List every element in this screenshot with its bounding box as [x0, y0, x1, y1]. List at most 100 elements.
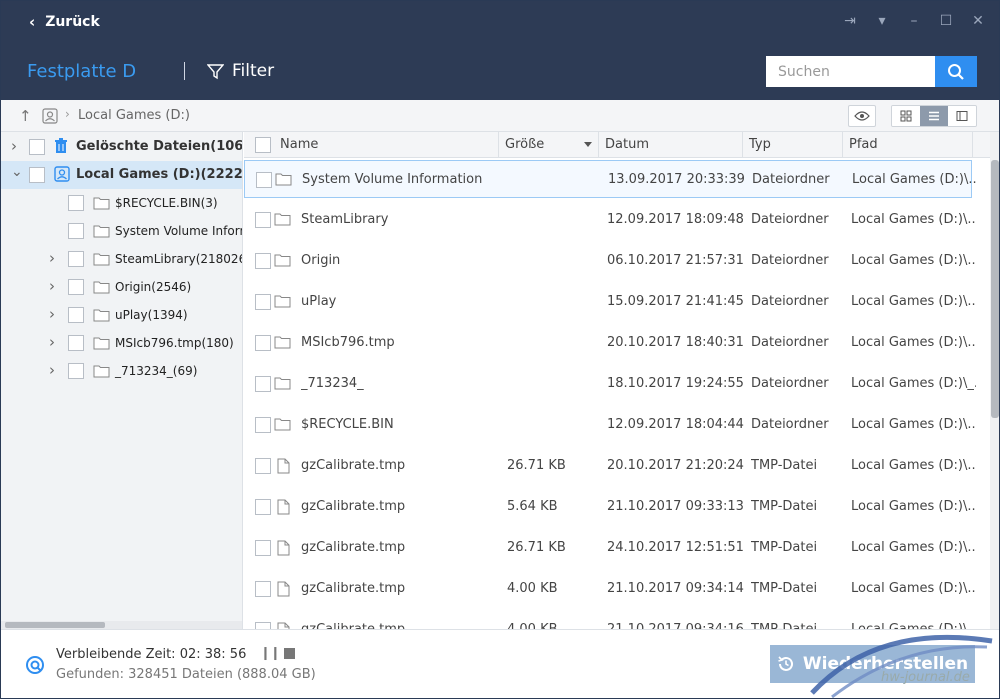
cell-name: Origin: [301, 253, 341, 268]
table-row[interactable]: $RECYCLE.BIN 12.09.2017 18:04:44 Dateiordn…: [244, 406, 976, 444]
chevron-right-icon[interactable]: ›: [49, 277, 55, 295]
up-arrow-icon[interactable]: ↑: [19, 107, 32, 125]
search-input[interactable]: [766, 56, 936, 87]
chevron-right-icon[interactable]: ›: [49, 361, 55, 379]
pause-icon[interactable]: ❙❙: [260, 646, 281, 661]
folder-icon: [93, 252, 110, 270]
chevron-down-icon[interactable]: ⌄: [11, 164, 23, 180]
search-button[interactable]: [935, 56, 977, 87]
tree-item[interactable]: › Origin(2546): [1, 273, 242, 301]
cell-type: TMP-Datei: [751, 540, 818, 555]
scroll-thumb[interactable]: [991, 160, 999, 418]
cell-date: 18.10.2017 19:24:55: [607, 376, 744, 391]
close-icon[interactable]: ✕: [969, 11, 987, 31]
tree-item-checkbox[interactable]: [68, 223, 84, 239]
select-all-checkbox[interactable]: [255, 137, 271, 153]
tree-item-checkbox[interactable]: [68, 363, 84, 379]
cell-type: TMP-Datei: [751, 499, 818, 514]
row-checkbox[interactable]: [255, 253, 271, 269]
column-header-size[interactable]: Größe: [499, 132, 599, 158]
file-icon: [277, 458, 290, 478]
filter-button[interactable]: Filter: [207, 61, 274, 81]
table-row[interactable]: MSIcb796.tmp 20.10.2017 18:40:31 Dateiordn…: [244, 324, 976, 362]
tree-item[interactable]: › uPlay(1394): [1, 301, 242, 329]
row-checkbox[interactable]: [255, 376, 271, 392]
menu-dropdown-icon[interactable]: ▾: [873, 11, 891, 31]
tree-item[interactable]: › SteamLibrary(218026): [1, 245, 242, 273]
minimize-icon[interactable]: –: [905, 11, 923, 31]
tree-item-label: uPlay(1394): [115, 308, 188, 322]
cell-path: Local Games (D:)\...: [851, 581, 976, 596]
grid-view-icon[interactable]: [892, 106, 920, 126]
title-bar: ‹ Zurück ⇥ ▾ – ☐ ✕: [1, 1, 999, 43]
row-checkbox[interactable]: [255, 581, 271, 597]
login-icon[interactable]: ⇥: [841, 11, 859, 31]
row-checkbox[interactable]: [255, 335, 271, 351]
row-checkbox[interactable]: [255, 499, 271, 515]
column-header-path[interactable]: Pfad: [843, 132, 973, 158]
column-header-type[interactable]: Typ: [743, 132, 843, 158]
cell-name: gzCalibrate.tmp: [301, 458, 406, 473]
tree-item-checkbox[interactable]: [68, 307, 84, 323]
tree-item-checkbox[interactable]: [68, 251, 84, 267]
row-checkbox[interactable]: [255, 417, 271, 433]
cell-date: 20.10.2017 18:40:31: [607, 335, 744, 350]
table-row[interactable]: uPlay 15.09.2017 21:41:45 Dateiordner Local…: [244, 283, 976, 321]
row-checkbox[interactable]: [255, 294, 271, 310]
row-checkbox[interactable]: [256, 172, 272, 188]
folder-icon: [93, 364, 110, 382]
cell-date: 21.10.2017 09:34:14: [607, 581, 744, 596]
maximize-icon[interactable]: ☐: [937, 11, 955, 31]
tree-item-checkbox[interactable]: [29, 139, 45, 155]
tree-item-checkbox[interactable]: [68, 279, 84, 295]
tree-item-label: System Volume Informat: [115, 224, 242, 238]
tree-item[interactable]: System Volume Informat: [1, 217, 242, 245]
table-row[interactable]: _713234_ 18.10.2017 19:24:55 Dateiordner Lo…: [244, 365, 976, 403]
tree-item-checkbox[interactable]: [68, 195, 84, 211]
table-row[interactable]: gzCalibrate.tmp 5.64 KB 21.10.2017 09:33:1…: [244, 488, 976, 526]
table-row[interactable]: gzCalibrate.tmp 26.71 KB 24.10.2017 12:51:…: [244, 529, 976, 567]
table-row[interactable]: gzCalibrate.tmp 26.71 KB 20.10.2017 21:20:…: [244, 447, 976, 485]
tree-item[interactable]: › _713234_(69): [1, 357, 242, 385]
preview-button[interactable]: [848, 105, 876, 127]
chevron-right-icon[interactable]: ›: [49, 305, 55, 323]
watermark-logo: [810, 634, 993, 698]
stop-icon[interactable]: [284, 648, 295, 659]
tree-item[interactable]: › MSIcb796.tmp(180): [1, 329, 242, 357]
table-row[interactable]: SteamLibrary 12.09.2017 18:09:48 Dateiordn…: [244, 201, 976, 239]
back-button[interactable]: ‹ Zurück: [29, 13, 100, 31]
chevron-right-icon[interactable]: ›: [49, 333, 55, 351]
tree-item[interactable]: › Gelöschte Dateien(10621: [1, 133, 242, 161]
column-header-date[interactable]: Datum: [599, 132, 743, 158]
eye-icon: [854, 111, 870, 121]
header-divider: [184, 62, 185, 80]
table-row[interactable]: System Volume Information 13.09.2017 20:3…: [244, 160, 977, 198]
tree-item-label: MSIcb796.tmp(180): [115, 336, 234, 350]
detail-view-icon[interactable]: [948, 106, 976, 126]
tree-item-checkbox[interactable]: [29, 167, 45, 183]
table-vertical-scrollbar[interactable]: [990, 132, 999, 629]
column-header-name[interactable]: Name: [274, 132, 499, 158]
file-icon: [277, 581, 290, 601]
tree-horizontal-scrollbar[interactable]: [1, 621, 242, 629]
tree-item-checkbox[interactable]: [68, 335, 84, 351]
table-row[interactable]: Origin 06.10.2017 21:57:31 Dateiordner Loca…: [244, 242, 976, 280]
tree-item[interactable]: ⌄ Local Games (D:)(222233: [1, 161, 242, 189]
cell-type: Dateiordner: [751, 294, 829, 309]
row-checkbox[interactable]: [255, 212, 271, 228]
chevron-right-icon[interactable]: ›: [11, 137, 17, 155]
scan-progress-icon: [26, 656, 44, 674]
cell-path: Local Games (D:)\...: [851, 212, 976, 227]
row-checkbox[interactable]: [255, 540, 271, 556]
chevron-right-icon[interactable]: ›: [49, 249, 55, 267]
row-checkbox[interactable]: [255, 622, 271, 629]
list-view-icon[interactable]: [920, 106, 948, 126]
filter-icon: [207, 63, 224, 79]
tree-item[interactable]: $RECYCLE.BIN(3): [1, 189, 242, 217]
row-checkbox[interactable]: [255, 458, 271, 474]
table-row[interactable]: gzCalibrate.tmp 4.00 KB 21.10.2017 09:34:1…: [244, 570, 976, 608]
breadcrumb-path[interactable]: Local Games (D:): [78, 108, 190, 123]
cell-date: 13.09.2017 20:33:39: [608, 172, 745, 187]
cell-date: 21.10.2017 09:34:16: [607, 622, 747, 629]
table-row[interactable]: gzCalibrate.tmp 4.00 KB 21.10.2017 09:34:1…: [244, 611, 976, 629]
